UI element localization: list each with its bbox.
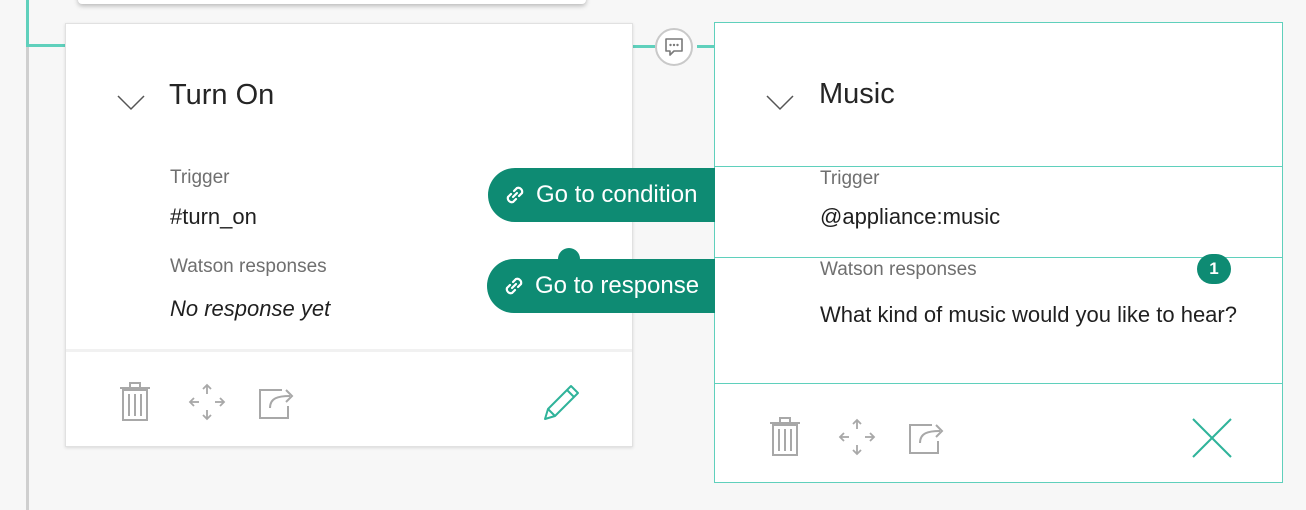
divider — [715, 383, 1282, 384]
go-to-response-label: Go to response — [535, 272, 700, 299]
trigger-value[interactable]: @appliance:music — [820, 204, 1000, 230]
dialog-node-music[interactable]: Music Trigger @appliance:music Watson re… — [714, 22, 1283, 483]
jump-to-icon[interactable] — [908, 419, 948, 455]
tree-line-branch — [26, 44, 66, 47]
go-to-condition-button[interactable]: Go to condition — [488, 168, 715, 222]
go-to-condition-label: Go to condition — [536, 181, 698, 208]
jump-to-indicator[interactable] — [655, 28, 693, 66]
link-icon — [506, 186, 524, 204]
tree-line-vertical — [26, 0, 29, 510]
divider — [715, 257, 1282, 258]
response-count-badge: 1 — [1197, 254, 1231, 284]
link-icon — [505, 277, 523, 295]
trash-icon[interactable] — [768, 417, 802, 457]
trigger-label: Trigger — [170, 167, 230, 188]
trash-icon[interactable] — [118, 382, 152, 422]
chat-bubble-icon — [665, 38, 683, 56]
go-to-response-button[interactable]: Go to response — [487, 259, 715, 313]
chevron-down-icon[interactable] — [766, 95, 794, 111]
jump-connector-line — [633, 45, 655, 48]
divider — [66, 349, 632, 352]
tree-line-active — [26, 0, 29, 47]
jump-to-icon[interactable] — [258, 384, 298, 420]
responses-label: Watson responses — [170, 256, 327, 277]
chevron-down-icon[interactable] — [117, 95, 145, 111]
responses-label: Watson responses — [820, 259, 977, 280]
dialog-node-turn-on[interactable]: Turn On Trigger #turn_on Watson response… — [65, 23, 633, 447]
responses-value: No response yet — [170, 296, 331, 321]
move-icon[interactable] — [187, 382, 227, 422]
close-icon[interactable] — [1191, 417, 1233, 459]
trigger-label: Trigger — [820, 168, 880, 189]
node-title: Turn On — [169, 79, 275, 111]
trigger-value: #turn_on — [170, 204, 257, 229]
responses-value[interactable]: What kind of music would you like to hea… — [820, 299, 1240, 330]
edit-pencil-icon[interactable] — [542, 382, 582, 422]
previous-node-card-edge — [78, 0, 586, 4]
node-title: Music — [819, 78, 895, 110]
move-icon[interactable] — [837, 417, 877, 457]
jump-connector-line — [697, 45, 715, 48]
divider — [715, 166, 1282, 167]
